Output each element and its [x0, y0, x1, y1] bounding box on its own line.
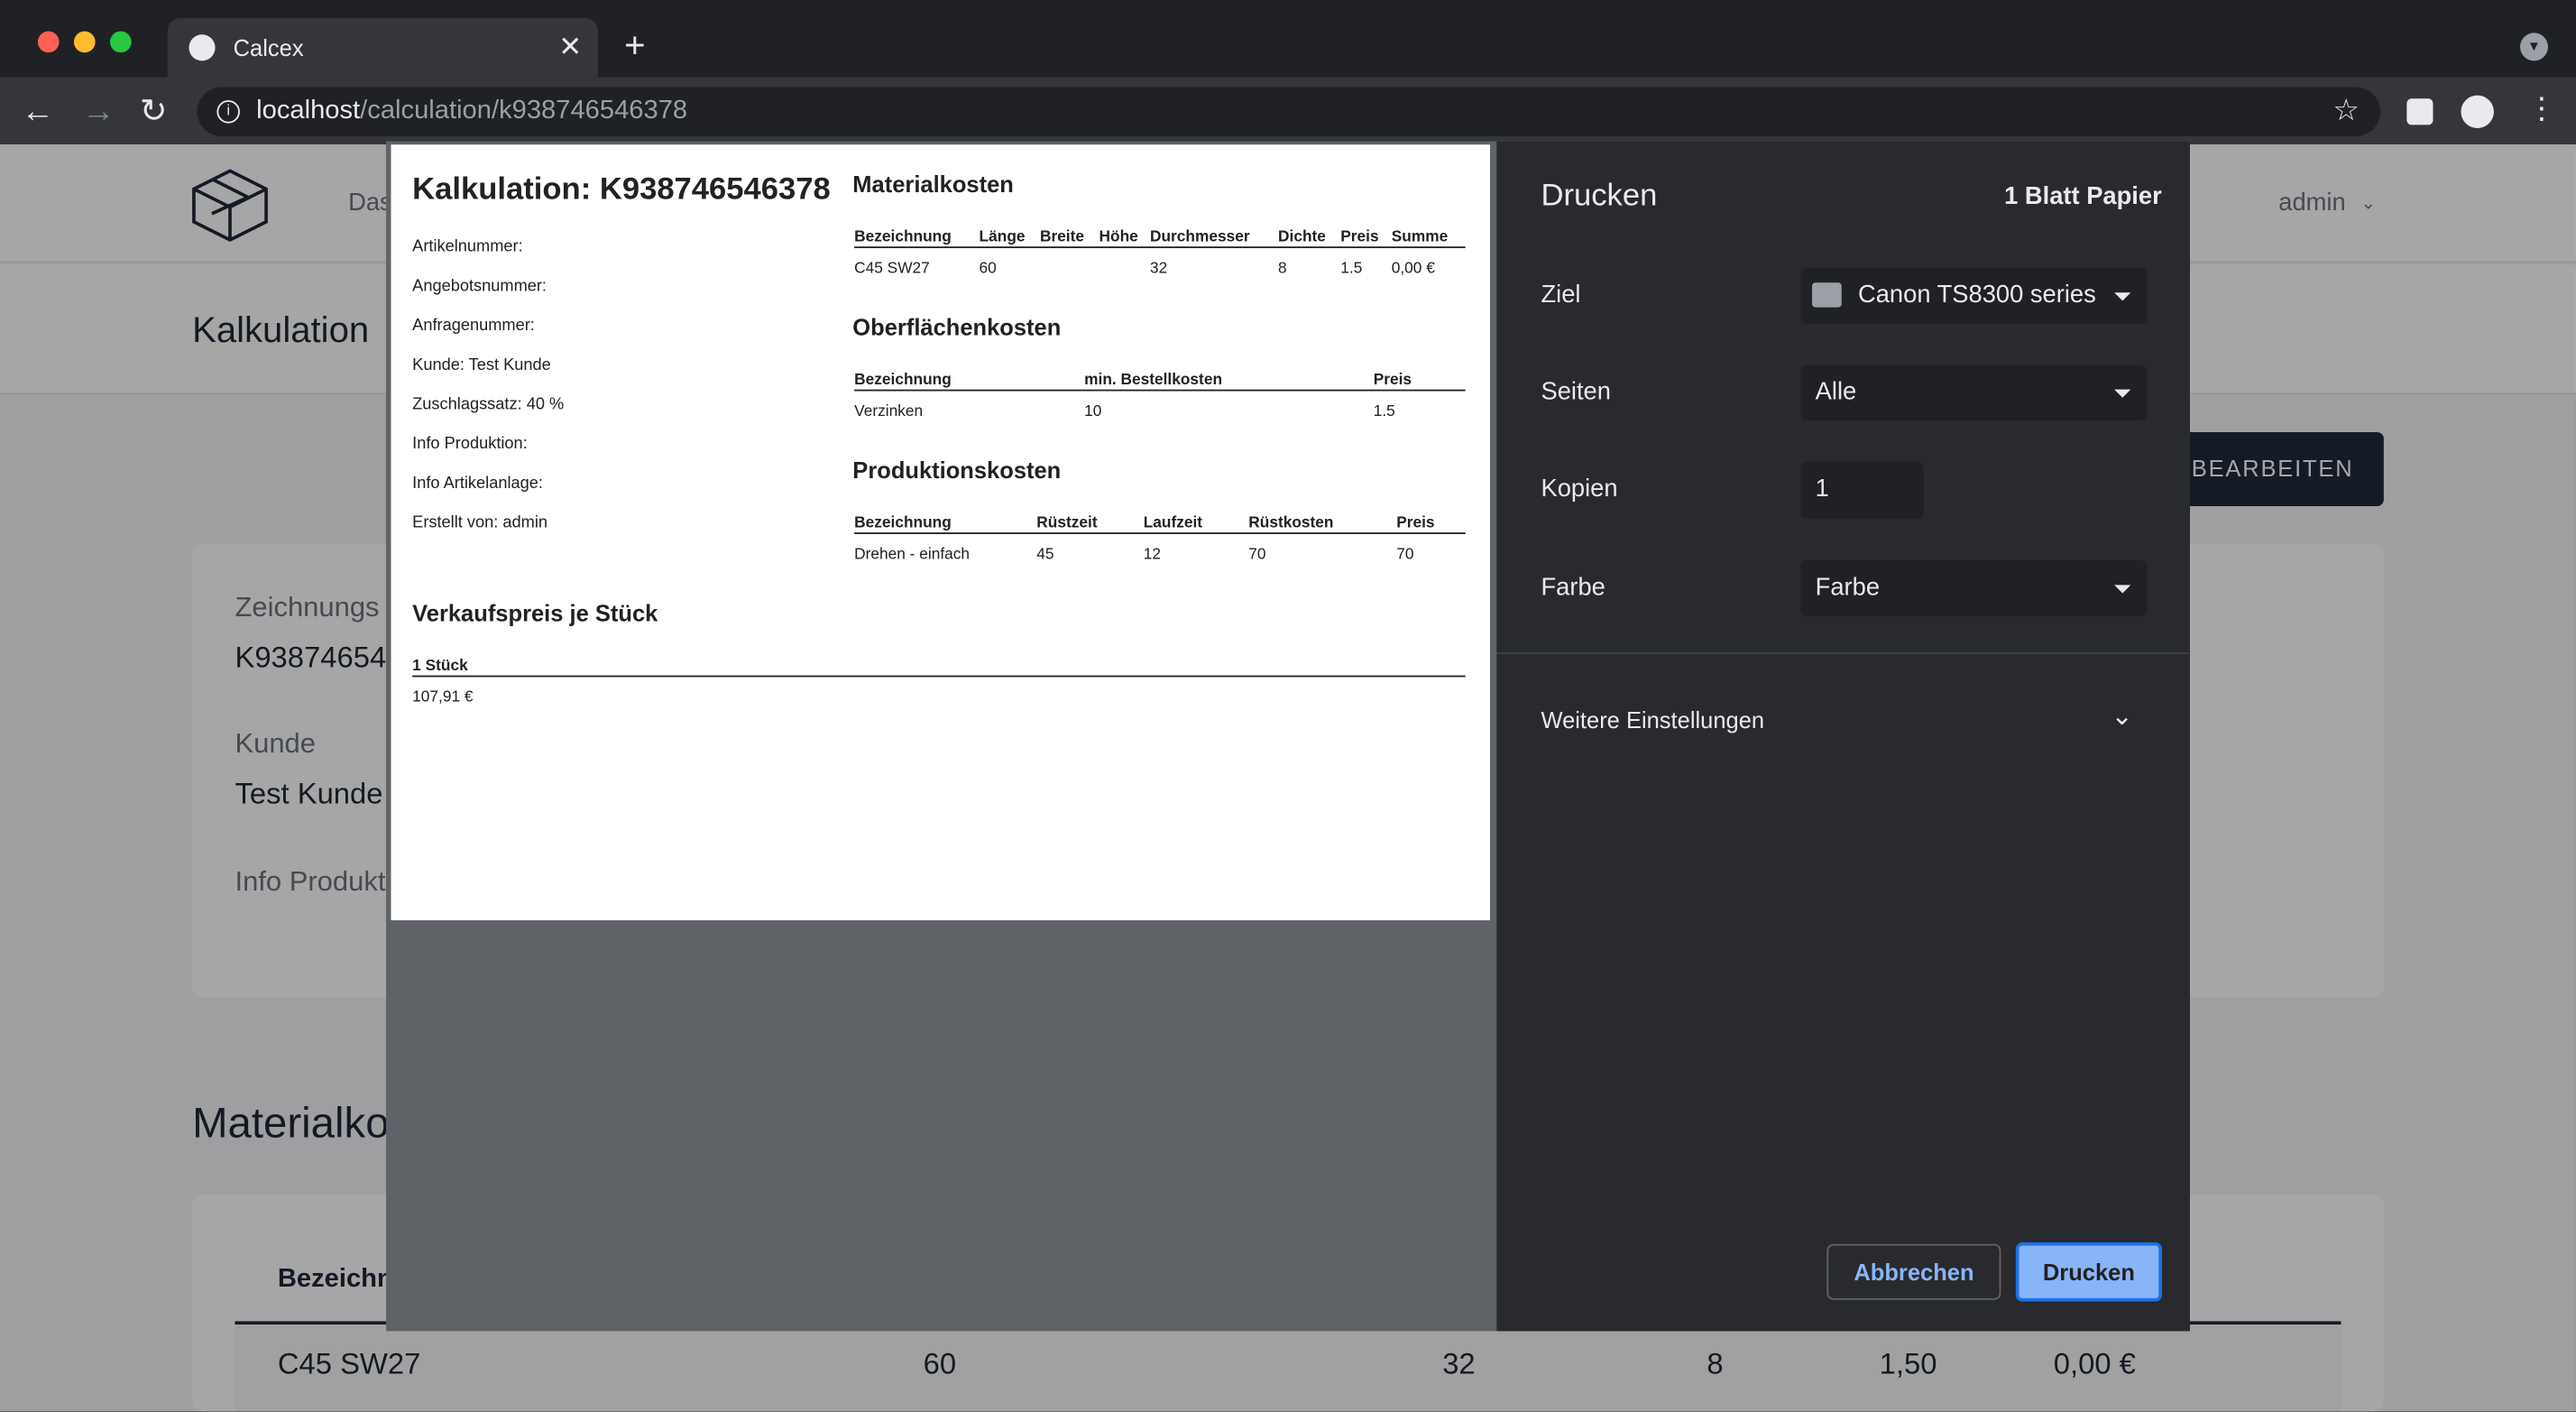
preview-material-title: Materialkosten: [852, 171, 1014, 198]
pages-value: Alle: [1815, 377, 1857, 406]
preview-td: 0,00 €: [1391, 259, 1435, 278]
preview-field: Artikelnummer:: [412, 238, 523, 257]
preview-td: 8: [1278, 259, 1287, 278]
tab-search-icon[interactable]: ▾: [2520, 32, 2548, 61]
more-settings-label: Weitere Einstellungen: [1541, 706, 1765, 734]
url-host: localhost: [256, 97, 361, 125]
browser-menu-icon[interactable]: ⋮: [2526, 94, 2556, 124]
print-settings-panel: Drucken 1 Blatt Papier Ziel Canon TS8300…: [1496, 141, 2190, 1332]
new-tab-icon[interactable]: +: [624, 27, 645, 64]
preview-th: Preis: [1340, 228, 1379, 247]
preview-th: Bezeichnung: [854, 371, 952, 390]
preview-field: Kunde: Test Kunde: [412, 356, 551, 375]
copies-label: Kopien: [1541, 475, 1618, 503]
url-text: localhost/calculation/k938746546378: [256, 97, 687, 126]
preview-th: min. Bestellkosten: [1084, 371, 1223, 390]
cancel-button[interactable]: Abbrechen: [1826, 1243, 2001, 1300]
preview-rule: [854, 389, 1466, 392]
back-icon[interactable]: ←: [22, 96, 54, 128]
preview-surface-title: Oberflächenkosten: [852, 313, 1062, 341]
preview-th: Breite: [1039, 228, 1085, 247]
color-label: Farbe: [1541, 573, 1605, 602]
preview-td: C45 SW27: [854, 259, 930, 278]
pages-label: Seiten: [1541, 377, 1611, 406]
globe-icon: [189, 34, 216, 61]
preview-td: 70: [1248, 545, 1266, 564]
preview-field: Info Produktion:: [412, 435, 528, 454]
url-path: /calculation/k938746546378: [360, 97, 688, 125]
sheet-count: 1 Blatt Papier: [2004, 182, 2162, 211]
preview-td: Verzinken: [854, 402, 924, 421]
tab-title: Calcex: [233, 34, 304, 61]
preview-td: 70: [1396, 545, 1414, 564]
preview-td: 12: [1143, 545, 1161, 564]
forward-icon[interactable]: →: [82, 96, 115, 128]
preview-td: 1.5: [1340, 259, 1363, 278]
preview-td: 32: [1149, 259, 1168, 278]
preview-td: 10: [1084, 402, 1102, 421]
preview-td: 1.5: [1373, 402, 1395, 421]
browser-tab[interactable]: Calcex ✕: [167, 18, 598, 78]
profile-icon[interactable]: [2461, 95, 2494, 129]
preview-th: Preis: [1396, 514, 1435, 533]
preview-rule: [854, 532, 1466, 534]
printer-icon: [1812, 282, 1842, 308]
copies-value: 1: [1815, 475, 1829, 503]
preview-field: Zuschlagssatz: 40 %: [412, 395, 565, 414]
preview-production-title: Produktionskosten: [852, 457, 1062, 484]
preview-field: Angebotsnummer:: [412, 277, 547, 296]
preview-title: Kalkulation: K938746546378: [412, 172, 831, 208]
preview-field: Anfragenummer:: [412, 317, 535, 336]
dropdown-caret-icon: [2114, 292, 2131, 301]
reload-icon[interactable]: ↻: [140, 96, 168, 128]
maximize-window-button[interactable]: [110, 31, 132, 53]
preview-th: Durchmesser: [1149, 228, 1250, 247]
copies-input[interactable]: 1: [1800, 461, 1924, 520]
preview-rule: [854, 246, 1466, 249]
destination-select[interactable]: Canon TS8300 series: [1800, 267, 2148, 324]
more-settings-toggle[interactable]: Weitere Einstellungen ⌄: [1496, 684, 2190, 752]
bookmark-star-icon[interactable]: ☆: [2332, 96, 2359, 125]
preview-th: Rüstkosten: [1248, 514, 1334, 533]
preview-th: Preis: [1373, 371, 1412, 390]
print-button[interactable]: Drucken: [2015, 1241, 2162, 1302]
preview-field: Info Artikelanlage:: [412, 475, 543, 494]
preview-td: 60: [979, 259, 997, 278]
preview-td: 45: [1036, 545, 1054, 564]
destination-value: Canon TS8300 series: [1858, 281, 2096, 309]
preview-th: Bezeichnung: [854, 514, 952, 533]
print-preview-page: Kalkulation: K938746546378 Artikelnummer…: [391, 144, 1491, 920]
preview-th: Dichte: [1278, 228, 1326, 247]
preview-rule: [412, 675, 1466, 678]
close-window-button[interactable]: [37, 31, 60, 53]
color-select[interactable]: Farbe: [1800, 560, 2148, 617]
preview-sale-value: 107,91 €: [412, 688, 474, 707]
pages-select[interactable]: Alle: [1800, 365, 2148, 421]
destination-label: Ziel: [1541, 281, 1581, 309]
preview-th: Bezeichnung: [854, 228, 952, 247]
dropdown-caret-icon: [2114, 389, 2131, 398]
panel-divider: [1496, 652, 2190, 654]
color-value: Farbe: [1815, 573, 1881, 602]
preview-th: Rüstzeit: [1036, 514, 1098, 533]
preview-field: Erstellt von: admin: [412, 514, 548, 533]
extensions-icon[interactable]: [2406, 98, 2433, 125]
address-bar[interactable]: i localhost/calculation/k938746546378 ☆: [197, 87, 2381, 137]
preview-sale-header: 1 Stück: [412, 657, 468, 676]
preview-th: Höhe: [1099, 228, 1138, 247]
print-dialog-title: Drucken: [1541, 179, 1658, 214]
preview-th: Summe: [1391, 228, 1449, 247]
site-info-icon[interactable]: i: [216, 100, 240, 124]
dropdown-caret-icon: [2114, 585, 2131, 594]
preview-td: Drehen - einfach: [854, 545, 971, 564]
minimize-window-button[interactable]: [73, 31, 96, 53]
chevron-down-icon: ⌄: [2111, 703, 2133, 732]
preview-sale-title: Verkaufspreis je Stück: [412, 599, 658, 626]
preview-th: Laufzeit: [1143, 514, 1203, 533]
preview-th: Länge: [979, 228, 1026, 247]
close-tab-icon[interactable]: ✕: [558, 32, 582, 60]
